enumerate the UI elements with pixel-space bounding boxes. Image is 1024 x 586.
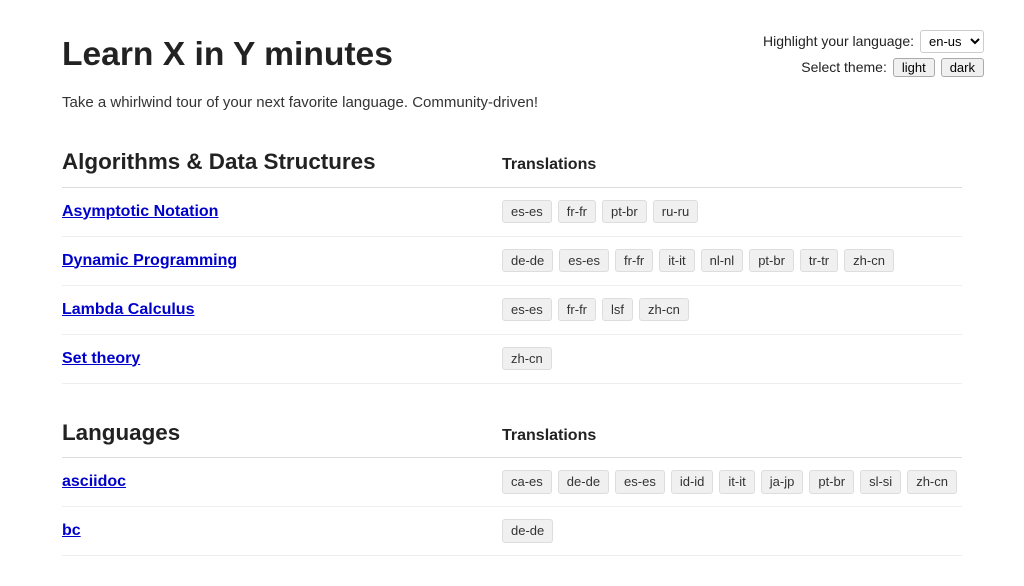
table-row: asciidoc ca-es de-de es-es id-id it-it j… <box>62 458 962 507</box>
tag[interactable]: fr-fr <box>615 249 653 273</box>
table-row: bc de-de <box>62 507 962 556</box>
set-theory-tags: zh-cn <box>502 347 962 371</box>
tag[interactable]: zh-cn <box>502 347 552 371</box>
top-controls: Highlight your language: en-us de-de es-… <box>763 30 984 78</box>
asymptotic-notation-link[interactable]: Asymptotic Notation <box>62 203 218 220</box>
algorithms-translations-header: Translations <box>502 153 596 177</box>
algorithms-section-title: Algorithms & Data Structures <box>62 145 502 179</box>
table-row: Set theory zh-cn <box>62 335 962 384</box>
theme-light-button[interactable]: light <box>893 58 935 77</box>
asciidoc-tags: ca-es de-de es-es id-id it-it ja-jp pt-b… <box>502 470 962 494</box>
table-row: Dynamic Programming de-de es-es fr-fr it… <box>62 237 962 286</box>
tag[interactable]: pt-br <box>749 249 794 273</box>
tag[interactable]: pt-br <box>602 200 647 224</box>
tag[interactable]: es-es <box>502 298 552 322</box>
tag[interactable]: fr-fr <box>558 200 596 224</box>
tag[interactable]: id-id <box>671 470 714 494</box>
tag[interactable]: zh-cn <box>907 470 957 494</box>
tag[interactable]: de-de <box>558 470 609 494</box>
tag[interactable]: fr-fr <box>558 298 596 322</box>
tag[interactable]: ja-jp <box>761 470 804 494</box>
tag[interactable]: de-de <box>502 519 553 543</box>
lambda-calculus-tags: es-es fr-fr lsf zh-cn <box>502 298 962 322</box>
algorithms-section: Algorithms & Data Structures Translation… <box>62 145 962 384</box>
languages-translations-header: Translations <box>502 424 596 448</box>
asymptotic-notation-tags: es-es fr-fr pt-br ru-ru <box>502 200 962 224</box>
bc-tags: de-de <box>502 519 962 543</box>
tag[interactable]: es-es <box>502 200 552 224</box>
lambda-calculus-link[interactable]: Lambda Calculus <box>62 301 194 318</box>
tag[interactable]: ca-es <box>502 470 552 494</box>
set-theory-link[interactable]: Set theory <box>62 350 140 367</box>
dynamic-programming-tags: de-de es-es fr-fr it-it nl-nl pt-br tr-t… <box>502 249 962 273</box>
tag[interactable]: it-it <box>719 470 754 494</box>
tag[interactable]: es-es <box>615 470 665 494</box>
tag[interactable]: es-es <box>559 249 609 273</box>
tag[interactable]: nl-nl <box>701 249 744 273</box>
languages-section: Languages Translations asciidoc ca-es de… <box>62 416 962 557</box>
bc-link[interactable]: bc <box>62 522 81 539</box>
theme-dark-button[interactable]: dark <box>941 58 984 77</box>
tag[interactable]: ru-ru <box>653 200 698 224</box>
tag[interactable]: zh-cn <box>844 249 894 273</box>
dynamic-programming-link[interactable]: Dynamic Programming <box>62 252 237 269</box>
tag[interactable]: tr-tr <box>800 249 838 273</box>
table-row: Lambda Calculus es-es fr-fr lsf zh-cn <box>62 286 962 335</box>
tag[interactable]: de-de <box>502 249 553 273</box>
tag[interactable]: pt-br <box>809 470 854 494</box>
table-row: Asymptotic Notation es-es fr-fr pt-br ru… <box>62 188 962 237</box>
tag[interactable]: sl-si <box>860 470 901 494</box>
tag[interactable]: lsf <box>602 298 633 322</box>
language-select[interactable]: en-us de-de es-es fr-fr pt-br zh-cn <box>920 30 984 53</box>
tag[interactable]: zh-cn <box>639 298 689 322</box>
highlight-label: Highlight your language: <box>763 31 914 52</box>
theme-label: Select theme: <box>801 57 887 78</box>
languages-section-title: Languages <box>62 416 502 450</box>
site-subtitle: Take a whirlwind tour of your next favor… <box>62 92 962 115</box>
tag[interactable]: it-it <box>659 249 694 273</box>
asciidoc-link[interactable]: asciidoc <box>62 473 126 490</box>
